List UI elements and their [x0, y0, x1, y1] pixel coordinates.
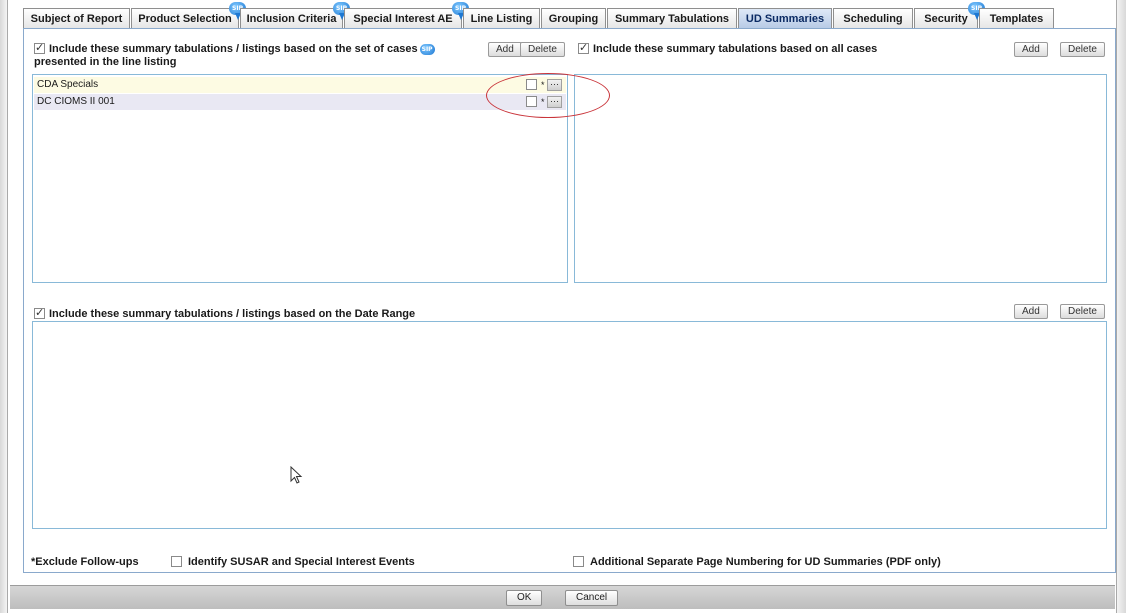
dialog-footer: OK Cancel	[10, 585, 1115, 609]
line-listing-label-text: Include these summary tabulations / list…	[49, 43, 418, 55]
date-range-add-button[interactable]: Add	[1014, 304, 1048, 319]
tab-inclusion-criteria[interactable]: Inclusion Criteria SIP	[240, 2, 350, 28]
line-listing-list: CDA Specials * ··· DC CIOMS II 001 * ···	[32, 74, 568, 283]
all-cases-delete-button[interactable]: Delete	[1060, 42, 1105, 57]
identify-susar-label: Identify SUSAR and Special Interest Even…	[188, 556, 415, 568]
tab-label: Summary Tabulations	[614, 12, 730, 25]
tab-label: UD Summaries	[745, 12, 825, 25]
tab-subject-of-report[interactable]: Subject of Report	[23, 8, 130, 28]
all-cases-checkbox[interactable]	[578, 41, 589, 54]
tab-label: Grouping	[548, 12, 599, 25]
separate-numbering-label: Additional Separate Page Numbering for U…	[590, 556, 941, 568]
identify-susar-option[interactable]: Identify SUSAR and Special Interest Even…	[171, 555, 415, 568]
separate-numbering-option[interactable]: Additional Separate Page Numbering for U…	[573, 555, 941, 568]
line-listing-section-label: Include these summary tabulations / list…	[34, 41, 504, 69]
date-range-delete-button[interactable]: Delete	[1060, 304, 1105, 319]
exclude-followups-label: *Exclude Follow-ups	[31, 556, 139, 568]
ok-button[interactable]: OK	[506, 590, 543, 606]
date-range-checkbox[interactable]	[34, 306, 45, 319]
line-listing-label-text-2: presented in the line listing	[34, 56, 177, 68]
mouse-cursor-icon	[290, 466, 303, 484]
line-listing-checkbox[interactable]	[34, 41, 45, 54]
cancel-button[interactable]: Cancel	[565, 590, 619, 606]
tab-ud-summaries[interactable]: UD Summaries	[738, 8, 832, 28]
tab-label: Templates	[989, 12, 1044, 25]
tab-product-selection[interactable]: Product Selection SIP	[131, 2, 246, 28]
tab-label: Special Interest AE	[353, 12, 453, 25]
date-range-section-label: Include these summary tabulations / list…	[34, 306, 416, 321]
identify-susar-checkbox[interactable]	[171, 555, 182, 567]
separate-numbering-checkbox[interactable]	[573, 555, 584, 567]
all-cases-label-text: Include these summary tabulations based …	[593, 43, 878, 55]
sip-badge-icon: SIP	[419, 43, 435, 55]
tab-label: Inclusion Criteria	[246, 12, 337, 25]
date-range-list	[32, 321, 1107, 529]
tab-templates[interactable]: Templates	[979, 8, 1054, 28]
line-listing-delete-button[interactable]: Delete	[520, 42, 565, 57]
all-cases-add-button[interactable]: Add	[1014, 42, 1048, 57]
tab-summary-tabulations[interactable]: Summary Tabulations	[607, 8, 737, 28]
tab-label: Line Listing	[470, 12, 533, 25]
tab-label: Subject of Report	[30, 12, 123, 25]
list-item-label: DC CIOMS II 001	[37, 96, 115, 107]
tab-security[interactable]: Security SIP	[914, 2, 985, 28]
tab-grouping[interactable]: Grouping	[541, 8, 606, 28]
all-cases-section-label: Include these summary tabulations based …	[578, 41, 878, 56]
window-frame-right	[1116, 0, 1126, 613]
highlight-annotation	[486, 73, 610, 118]
tab-special-interest-ae[interactable]: Special Interest AE SIP	[344, 2, 469, 28]
window-frame-left	[0, 0, 8, 613]
tab-label: Scheduling	[843, 12, 903, 25]
line-listing-add-button[interactable]: Add	[488, 42, 522, 57]
all-cases-list	[574, 74, 1107, 283]
list-item-label: CDA Specials	[37, 79, 99, 90]
tab-scheduling[interactable]: Scheduling	[833, 8, 913, 28]
tab-line-listing[interactable]: Line Listing	[463, 8, 540, 28]
tab-label: Product Selection	[138, 12, 232, 25]
date-range-label-text: Include these summary tabulations / list…	[49, 308, 416, 320]
tab-label: Security	[924, 12, 968, 25]
tab-bar: Subject of Report Product Selection SIP I…	[23, 2, 1055, 28]
